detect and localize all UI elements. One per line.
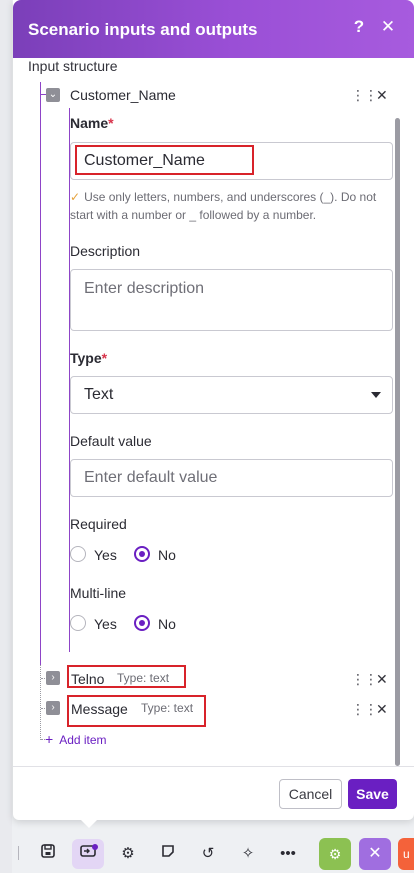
notification-dot: [92, 844, 98, 850]
multiline-label: Multi-line: [70, 585, 127, 601]
collapse-chevron-icon[interactable]: ⌄: [46, 88, 60, 102]
drag-handle-icon[interactable]: ⋮⋮: [351, 87, 378, 104]
drag-handle-icon[interactable]: ⋮⋮: [351, 701, 378, 718]
toolbar-divider: [18, 846, 19, 860]
page-backdrop: [0, 0, 12, 873]
orange-action-icon[interactable]: u: [398, 838, 414, 870]
required-no-radio[interactable]: [134, 546, 150, 562]
plus-icon: +: [45, 731, 54, 747]
type-select[interactable]: Text: [70, 376, 393, 414]
tree-line: [40, 665, 41, 740]
type-select-value: Text: [84, 386, 114, 403]
dialog-pointer: [81, 820, 97, 828]
multiline-yes-label: Yes: [94, 616, 117, 632]
close-icon[interactable]: ✕: [378, 17, 398, 37]
name-label: Name*: [70, 115, 114, 131]
name-hint: ✓ Use only letters, numbers, and undersco…: [70, 190, 377, 222]
help-button[interactable]: ?: [349, 17, 369, 37]
scenario-io-icon[interactable]: [72, 839, 104, 869]
highlight-box: [67, 695, 206, 727]
default-value-placeholder: Enter default value: [84, 469, 218, 486]
default-value-label: Default value: [70, 433, 152, 449]
required-label: Required: [70, 516, 127, 532]
dialog-header: Scenario inputs and outputs ? ✕: [13, 0, 414, 58]
description-label: Description: [70, 243, 141, 259]
save-icon[interactable]: [32, 839, 64, 869]
tools-icon[interactable]: ✕: [359, 838, 391, 870]
chevron-down-icon: [371, 392, 381, 398]
required-yes-radio[interactable]: [70, 546, 86, 562]
description-placeholder: Enter description: [84, 280, 205, 297]
required-no-label: No: [158, 547, 176, 563]
run-settings-icon[interactable]: ⚙: [319, 838, 351, 870]
more-icon[interactable]: •••: [272, 839, 304, 869]
tree-line: [40, 82, 41, 665]
remove-item-icon[interactable]: ✕: [376, 87, 388, 104]
remove-item-icon[interactable]: ✕: [376, 671, 388, 688]
magic-wand-icon[interactable]: ✧: [232, 839, 264, 869]
check-icon: ✓: [70, 190, 81, 204]
multiline-no-radio[interactable]: [134, 615, 150, 631]
item-name: Customer_Name: [70, 87, 176, 103]
remove-item-icon[interactable]: ✕: [376, 701, 388, 718]
drag-handle-icon[interactable]: ⋮⋮: [351, 671, 378, 688]
cancel-button[interactable]: Cancel: [279, 779, 342, 809]
settings-icon[interactable]: ⚙: [112, 839, 144, 869]
save-button[interactable]: Save: [348, 779, 397, 809]
footer-divider: [13, 766, 414, 767]
scrollbar-thumb[interactable]: [395, 118, 400, 766]
expand-chevron-icon[interactable]: ›: [46, 701, 60, 715]
scenario-io-dialog: Scenario inputs and outputs ? ✕ Input st…: [13, 0, 414, 820]
add-item-button[interactable]: + Add item: [45, 731, 107, 747]
description-textarea[interactable]: Enter description: [70, 269, 393, 331]
undo-icon[interactable]: ↺: [192, 839, 224, 869]
dialog-title: Scenario inputs and outputs: [28, 20, 258, 39]
multiline-yes-radio[interactable]: [70, 615, 86, 631]
required-yes-label: Yes: [94, 547, 117, 563]
type-label: Type*: [70, 350, 108, 366]
default-value-input[interactable]: Enter default value: [70, 459, 393, 497]
multiline-no-label: No: [158, 616, 176, 632]
highlight-box: [75, 145, 254, 175]
section-title: Input structure: [28, 58, 118, 74]
highlight-box: [67, 665, 186, 688]
notes-icon[interactable]: [152, 839, 184, 869]
expand-chevron-icon[interactable]: ›: [46, 671, 60, 685]
